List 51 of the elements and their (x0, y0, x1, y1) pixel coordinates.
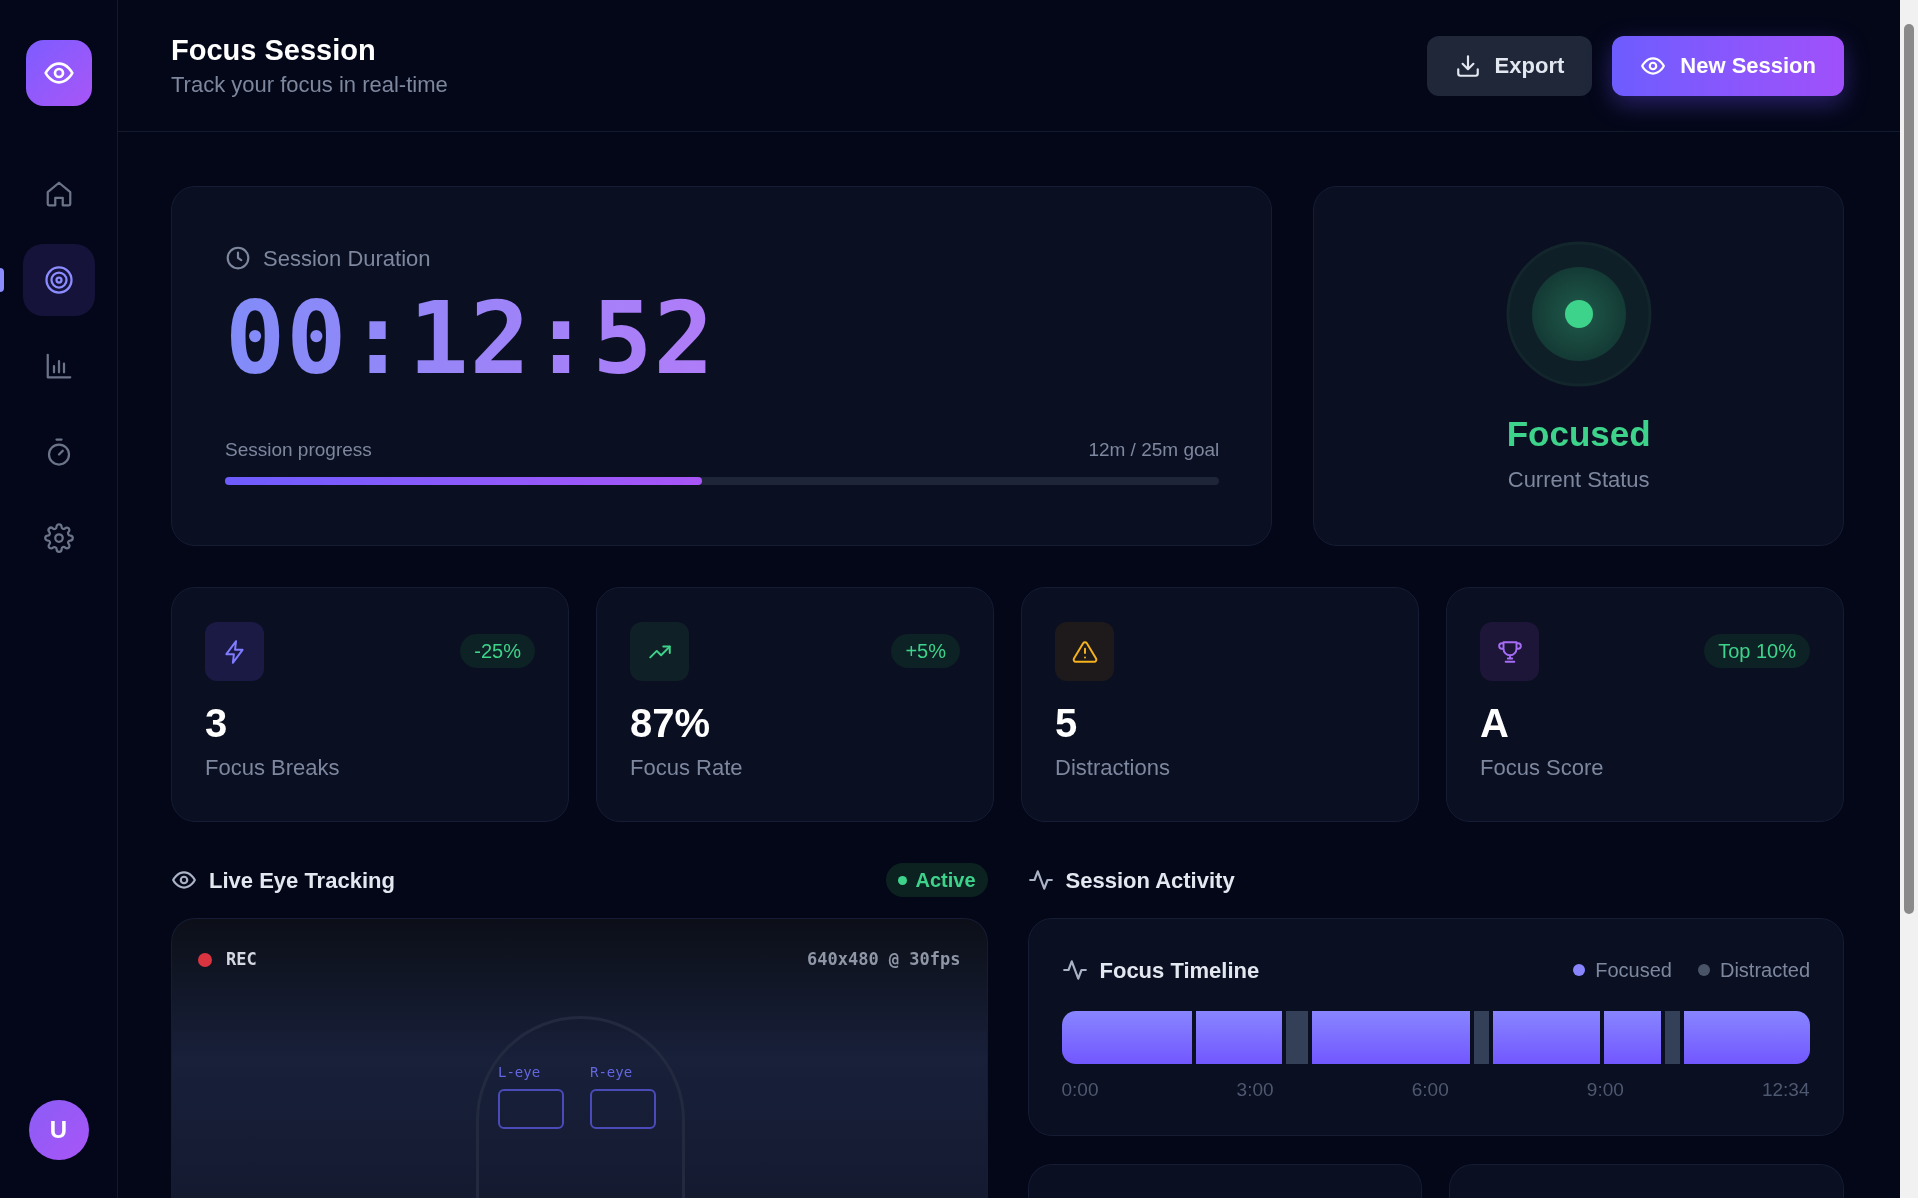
warning-icon (1071, 638, 1098, 665)
user-avatar[interactable]: U (28, 1100, 89, 1160)
stat-value: A (1480, 700, 1510, 747)
app-logo[interactable] (25, 40, 92, 106)
new-session-button[interactable]: New Session (1612, 35, 1844, 96)
stat-value: 3 (205, 700, 229, 747)
progress-label: Session progress (225, 438, 372, 462)
active-indicator (0, 268, 4, 292)
time-tick: 3:00 (1236, 1078, 1274, 1102)
stat-label: Focus Rate (630, 754, 744, 782)
target-icon (43, 265, 74, 295)
status-caption: Current Status (1507, 466, 1650, 494)
settings-icon (43, 523, 74, 553)
clock-icon (225, 245, 251, 271)
download-icon (1454, 52, 1481, 79)
section-title: Live Eye Tracking (209, 866, 395, 895)
eye-label: R-eye (590, 1063, 634, 1081)
scrollbar-thumb[interactable] (1904, 24, 1914, 914)
section-title: Session Activity (1065, 866, 1235, 895)
eye-box (590, 1089, 656, 1129)
pulse-icon (1027, 867, 1054, 893)
goal-label: 12m / 25m goal (1088, 438, 1220, 462)
rec-label: REC (226, 948, 257, 971)
nav-item[interactable] (22, 244, 95, 316)
stat-label: Distractions (1055, 754, 1171, 782)
status-label: Focused (1506, 413, 1651, 455)
stat-value: 5 (1055, 700, 1079, 747)
resolution-label: 640x480 @ 30fps (806, 948, 961, 971)
stat-label: Focus Breaks (205, 754, 341, 782)
scrollbar[interactable] (1900, 0, 1918, 1198)
export-button[interactable]: Export (1426, 35, 1593, 96)
badge-text: Active (915, 868, 976, 893)
legend-label: Distracted (1719, 958, 1810, 983)
time-tick: 0:00 (1061, 1078, 1099, 1102)
time-tick: 12:34 (1761, 1078, 1810, 1102)
time-tick: 9:00 (1586, 1078, 1624, 1102)
change-badge: -25% (460, 634, 535, 668)
timeline-title: Focus Timeline (1099, 956, 1260, 985)
eye-box (498, 1089, 564, 1129)
stat-label: Focus Score (1480, 754, 1605, 782)
legend-label: Focused (1595, 958, 1672, 983)
page-title: Focus Session (171, 32, 377, 68)
duration-label: Session Duration (263, 244, 431, 273)
eye-label: L-eye (498, 1063, 542, 1081)
pulse-icon (1061, 957, 1088, 983)
page-subtitle: Track your focus in real-time (171, 70, 448, 99)
stat-value: 87% (630, 700, 712, 747)
change-badge: +5% (891, 634, 960, 668)
change-badge: Top 10% (1704, 634, 1810, 668)
time-tick: 6:00 (1411, 1078, 1449, 1102)
trophy-icon (1496, 638, 1523, 665)
